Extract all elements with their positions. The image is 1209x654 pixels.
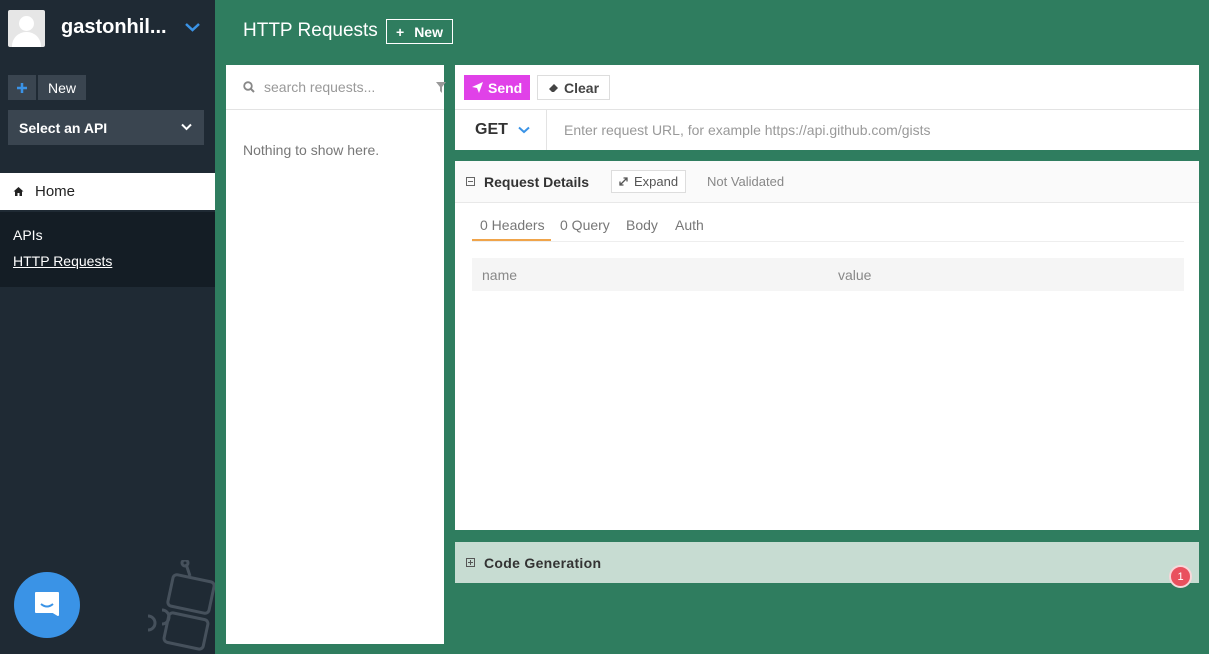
eraser-icon bbox=[549, 83, 558, 92]
headers-table-header: name value bbox=[472, 258, 1184, 291]
tab-headers[interactable]: 0 Headers bbox=[480, 217, 545, 233]
chevron-down-icon bbox=[181, 123, 192, 131]
send-button[interactable]: Send bbox=[464, 75, 531, 100]
new-request-label: New bbox=[414, 23, 443, 40]
requests-panel: search requests... Nothing to show here. bbox=[226, 65, 446, 644]
validation-status: Not Validated bbox=[707, 174, 785, 189]
column-value: value bbox=[838, 267, 872, 283]
column-name: name bbox=[482, 267, 518, 283]
expand-label: Expand bbox=[634, 174, 679, 189]
method-dropdown[interactable]: GET bbox=[455, 110, 547, 150]
sidebar-nav: APIs HTTP Requests bbox=[0, 212, 215, 287]
plus-icon bbox=[8, 75, 36, 100]
tab-query[interactable]: 0 Query bbox=[560, 217, 610, 233]
details-tabs: 0 Headers 0 Query Body Auth bbox=[472, 205, 1184, 242]
sidebar-new-label: New bbox=[38, 75, 87, 100]
sidebar-item-apis[interactable]: APIs bbox=[13, 227, 43, 243]
notification-badge[interactable]: 1 bbox=[1169, 565, 1192, 588]
home-icon bbox=[13, 187, 24, 196]
select-api-label: Select an API bbox=[19, 119, 108, 136]
chevron-down-icon[interactable] bbox=[185, 22, 200, 32]
search-input[interactable]: search requests... bbox=[264, 79, 375, 95]
user-menu[interactable]: gastonhil... bbox=[0, 0, 215, 58]
empty-state-text: Nothing to show here. bbox=[243, 142, 380, 158]
tab-body[interactable]: Body bbox=[626, 217, 658, 233]
tab-auth[interactable]: Auth bbox=[675, 217, 704, 233]
request-details-panel: Request Details Expand Not Validated 0 H… bbox=[455, 161, 1199, 530]
sidebar-item-home-label: Home bbox=[35, 183, 76, 200]
page-title: HTTP Requests bbox=[243, 20, 378, 41]
chevron-down-icon bbox=[518, 126, 530, 134]
request-details-title: Request Details bbox=[484, 174, 590, 190]
username: gastonhil... bbox=[61, 16, 167, 38]
url-input[interactable]: Enter request URL, for example https://a… bbox=[564, 122, 931, 138]
chat-launcher-button[interactable] bbox=[14, 572, 80, 638]
method-value: GET bbox=[475, 121, 508, 138]
code-generation-panel[interactable]: Code Generation bbox=[455, 542, 1199, 583]
code-generation-title: Code Generation bbox=[484, 555, 602, 571]
clear-button[interactable]: Clear bbox=[537, 75, 611, 100]
filter-icon[interactable] bbox=[436, 82, 446, 93]
avatar bbox=[8, 10, 45, 47]
robot-icon bbox=[147, 560, 215, 651]
chat-icon bbox=[35, 592, 59, 616]
sidebar-item-home[interactable]: Home bbox=[0, 173, 215, 210]
expand-plus-icon[interactable] bbox=[466, 558, 475, 567]
select-api-dropdown[interactable]: Select an API bbox=[8, 110, 204, 145]
url-row: GET Enter request URL, for example https… bbox=[455, 109, 1199, 150]
send-label: Send bbox=[488, 79, 523, 96]
sidebar: gastonhil... New Select an API Home APIs… bbox=[0, 0, 215, 654]
paper-plane-icon bbox=[472, 82, 483, 93]
clear-label: Clear bbox=[564, 79, 600, 96]
expand-button[interactable]: Expand bbox=[611, 170, 687, 193]
active-tab-indicator bbox=[472, 239, 551, 241]
collapse-icon[interactable] bbox=[466, 177, 475, 186]
sidebar-new-button[interactable]: New bbox=[8, 75, 87, 100]
request-details-header: Request Details Expand Not Validated bbox=[455, 161, 1199, 203]
new-request-button[interactable]: + New bbox=[386, 19, 453, 44]
expand-icon bbox=[619, 177, 628, 186]
sidebar-item-http-requests[interactable]: HTTP Requests bbox=[13, 253, 112, 269]
plus-icon: + bbox=[396, 23, 405, 40]
search-icon bbox=[243, 81, 255, 93]
search-bar[interactable]: search requests... bbox=[226, 65, 446, 110]
request-bar: Send Clear GET Enter request URL, for ex… bbox=[455, 65, 1199, 150]
